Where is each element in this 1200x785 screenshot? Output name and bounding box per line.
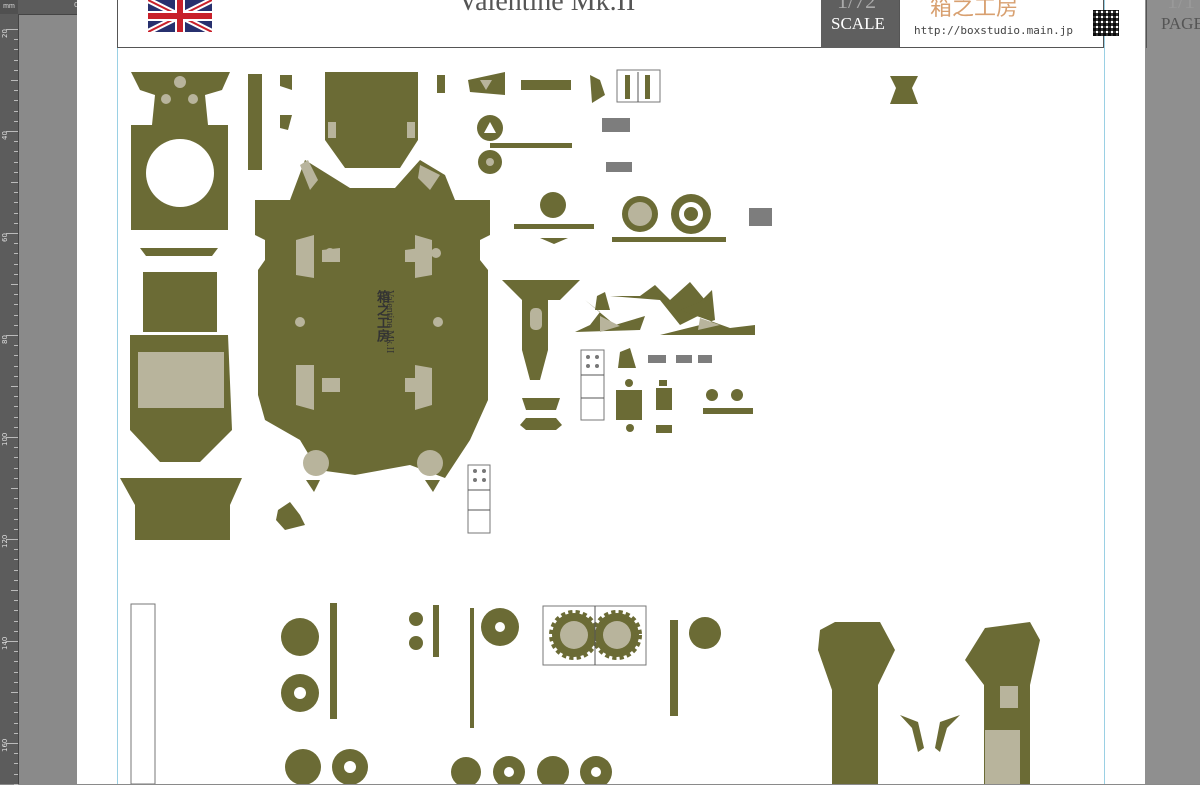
lamp-part[interactable]	[890, 76, 918, 104]
road-wheel-part[interactable]	[281, 618, 319, 656]
wheel-part[interactable]	[540, 192, 566, 218]
hull-logo: 箱之工房	[375, 290, 390, 342]
small-bracket-part[interactable]	[276, 502, 305, 530]
parts-sheet	[120, 69, 1040, 784]
small-box-part[interactable]	[616, 390, 642, 420]
turret-base-part[interactable]	[120, 478, 242, 540]
mantlet-part[interactable]	[502, 280, 580, 380]
side-strip-part[interactable]	[248, 74, 262, 170]
turret-side-part[interactable]	[143, 272, 217, 332]
track-guard-left-part[interactable]	[818, 622, 895, 784]
upper-hull-rear-part[interactable]	[325, 72, 418, 168]
